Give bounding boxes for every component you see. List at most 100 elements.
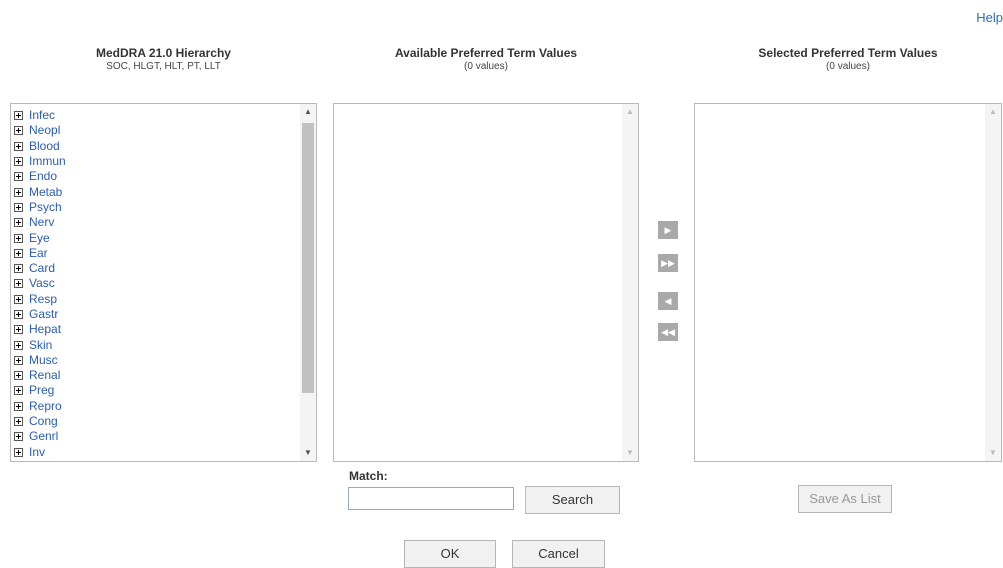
tree-item-label[interactable]: Repro bbox=[29, 399, 62, 414]
tree-item[interactable]: Musc bbox=[11, 353, 300, 368]
tree-item-label[interactable]: Vasc bbox=[29, 276, 55, 291]
scroll-down-icon[interactable]: ▼ bbox=[622, 445, 638, 461]
expand-icon[interactable] bbox=[14, 157, 23, 167]
expand-icon[interactable] bbox=[14, 294, 23, 304]
cancel-button[interactable]: Cancel bbox=[512, 540, 605, 568]
expand-icon[interactable] bbox=[14, 340, 23, 350]
tree-item[interactable]: Nerv bbox=[11, 215, 300, 230]
hierarchy-subtitle: SOC, HLGT, HLT, PT, LLT bbox=[106, 61, 221, 72]
expand-icon[interactable] bbox=[14, 447, 23, 457]
expand-icon[interactable] bbox=[14, 355, 23, 365]
add-button[interactable]: ▶ bbox=[658, 221, 678, 239]
expand-icon[interactable] bbox=[14, 233, 23, 243]
available-count: (0 values) bbox=[464, 61, 508, 72]
expand-icon[interactable] bbox=[14, 141, 23, 151]
tree-item[interactable]: Preg bbox=[11, 383, 300, 398]
tree-item[interactable]: Metab bbox=[11, 184, 300, 199]
expand-icon[interactable] bbox=[14, 310, 23, 319]
expand-icon[interactable] bbox=[14, 417, 23, 427]
tree-item-label[interactable]: Neopl bbox=[29, 123, 60, 138]
expand-icon[interactable] bbox=[14, 432, 23, 442]
expand-icon[interactable] bbox=[14, 248, 23, 258]
expand-icon[interactable] bbox=[14, 172, 23, 182]
tree-item[interactable]: Repro bbox=[11, 399, 300, 414]
hierarchy-scrollbar[interactable]: ▲ ▼ bbox=[300, 104, 316, 461]
tree-item-label[interactable]: Skin bbox=[29, 338, 52, 353]
tree-item[interactable]: Genrl bbox=[11, 429, 300, 444]
tree-item-label[interactable]: Renal bbox=[29, 368, 60, 383]
expand-icon[interactable] bbox=[14, 401, 23, 411]
selected-list[interactable]: ▲ ▼ bbox=[694, 103, 1002, 462]
tree-item[interactable]: Inv bbox=[11, 445, 300, 460]
tree-item-label[interactable]: Infec bbox=[29, 108, 55, 123]
expand-icon[interactable] bbox=[14, 202, 23, 212]
remove-button[interactable]: ◀ bbox=[658, 292, 678, 310]
search-button[interactable]: Search bbox=[525, 486, 620, 514]
available-list[interactable]: ▲ ▼ bbox=[333, 103, 639, 462]
help-link[interactable]: Help bbox=[976, 10, 1003, 25]
expand-icon[interactable] bbox=[14, 187, 23, 197]
tree-item-label[interactable]: Psych bbox=[29, 200, 62, 215]
expand-icon[interactable] bbox=[14, 386, 23, 396]
available-scrollbar[interactable]: ▲ ▼ bbox=[622, 104, 638, 461]
tree-item-label[interactable]: Card bbox=[29, 261, 55, 276]
tree-item[interactable]: Endo bbox=[11, 169, 300, 184]
tree-item-label[interactable]: Blood bbox=[29, 139, 60, 154]
expand-icon[interactable] bbox=[14, 111, 23, 121]
tree-item-label[interactable]: Nerv bbox=[29, 215, 54, 230]
tree-item[interactable]: Blood bbox=[11, 139, 300, 154]
save-as-list-button[interactable]: Save As List bbox=[798, 485, 892, 513]
scroll-up-icon[interactable]: ▲ bbox=[985, 104, 1001, 120]
tree-item[interactable]: Infec bbox=[11, 108, 300, 123]
selected-scrollbar[interactable]: ▲ ▼ bbox=[985, 104, 1001, 461]
tree-item-label[interactable]: Cong bbox=[29, 414, 58, 429]
tree-item-label[interactable]: Resp bbox=[29, 292, 57, 307]
tree-item[interactable]: Neopl bbox=[11, 123, 300, 138]
expand-icon[interactable] bbox=[14, 325, 23, 335]
add-all-button[interactable]: ▶▶ bbox=[658, 254, 678, 272]
expand-icon[interactable] bbox=[14, 264, 23, 274]
expand-icon[interactable] bbox=[14, 126, 23, 136]
available-title: Available Preferred Term Values bbox=[394, 46, 578, 60]
scroll-down-icon[interactable]: ▼ bbox=[985, 445, 1001, 461]
tree-item-label[interactable]: Hepat bbox=[29, 322, 61, 337]
tree-item-label[interactable]: Metab bbox=[29, 185, 62, 200]
tree-item-label[interactable]: Musc bbox=[29, 353, 58, 368]
ok-button[interactable]: OK bbox=[404, 540, 496, 568]
tree-item[interactable]: Cong bbox=[11, 414, 300, 429]
selected-title: Selected Preferred Term Values bbox=[758, 46, 938, 60]
tree-item-label[interactable]: Gastr bbox=[29, 307, 58, 322]
tree-item-label[interactable]: Preg bbox=[29, 383, 54, 398]
tree-item-label[interactable]: Inv bbox=[29, 445, 45, 460]
remove-all-button[interactable]: ◀◀ bbox=[658, 323, 678, 341]
tree-item-label[interactable]: Immun bbox=[29, 154, 66, 169]
tree-item[interactable]: Renal bbox=[11, 368, 300, 383]
scroll-up-icon[interactable]: ▲ bbox=[622, 104, 638, 120]
expand-icon[interactable] bbox=[14, 218, 23, 228]
tree-item-label[interactable]: Endo bbox=[29, 169, 57, 184]
tree-item[interactable]: Psych bbox=[11, 200, 300, 215]
match-label: Match: bbox=[349, 469, 388, 483]
hierarchy-tree[interactable]: Infec Neopl Blood Immun Endo Metab Psych Nerv Ey… bbox=[10, 103, 317, 462]
expand-icon[interactable] bbox=[14, 371, 23, 381]
hierarchy-title: MedDRA 21.0 Hierarchy bbox=[96, 46, 231, 60]
tree-item[interactable]: Gastr bbox=[11, 307, 300, 322]
tree-item[interactable]: Ear bbox=[11, 246, 300, 261]
hierarchy-tree-list: Infec Neopl Blood Immun Endo Metab Psych Nerv Ey… bbox=[11, 108, 300, 461]
tree-item-label[interactable]: Eye bbox=[29, 231, 50, 246]
tree-item[interactable]: Card bbox=[11, 261, 300, 276]
tree-item[interactable]: Vasc bbox=[11, 276, 300, 291]
tree-item-label[interactable]: Ear bbox=[29, 246, 48, 261]
match-input[interactable] bbox=[348, 487, 514, 510]
tree-item[interactable]: Skin bbox=[11, 337, 300, 352]
tree-item-label[interactable]: Genrl bbox=[29, 429, 58, 444]
scroll-down-icon[interactable]: ▼ bbox=[300, 445, 316, 461]
scroll-thumb[interactable] bbox=[302, 123, 314, 393]
expand-icon[interactable] bbox=[14, 279, 23, 289]
tree-item[interactable]: Hepat bbox=[11, 322, 300, 337]
tree-item[interactable]: Eye bbox=[11, 230, 300, 245]
tree-item[interactable]: Immun bbox=[11, 154, 300, 169]
scroll-up-icon[interactable]: ▲ bbox=[300, 104, 316, 120]
tree-item[interactable]: Resp bbox=[11, 292, 300, 307]
selected-count: (0 values) bbox=[826, 61, 870, 72]
